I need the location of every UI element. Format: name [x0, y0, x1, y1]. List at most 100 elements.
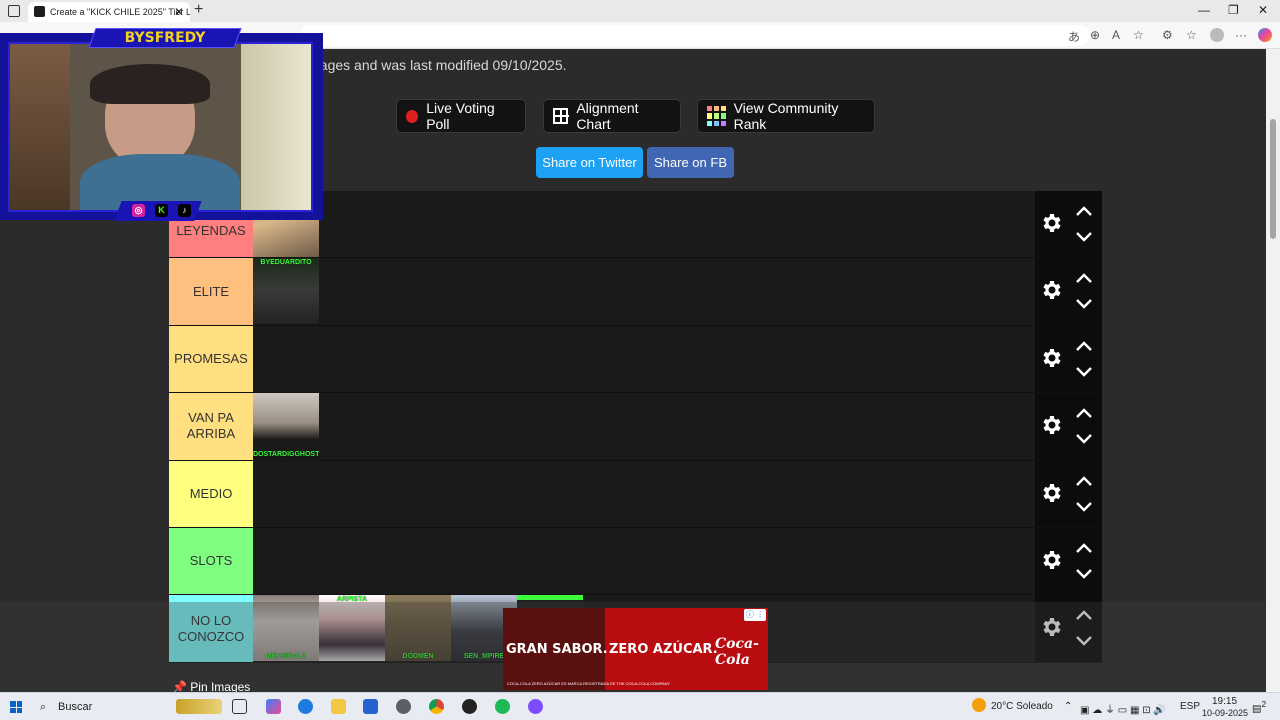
- tier-items-van-pa-arriba: DOSTARDIGGHOST: [253, 393, 1034, 460]
- copilot-taskbar-icon[interactable]: [266, 699, 281, 714]
- obs-icon[interactable]: [462, 699, 477, 714]
- weather-text[interactable]: 20°C Soleado: [991, 701, 1053, 712]
- chevron-up-icon[interactable]: [1075, 609, 1093, 621]
- discord-icon[interactable]: [396, 699, 411, 714]
- share-twitter-button[interactable]: Share on Twitter: [536, 147, 643, 178]
- gear-icon[interactable]: [1040, 278, 1064, 302]
- tier-row-slots: SLOTS: [169, 527, 1102, 596]
- chevron-up-icon[interactable]: [1075, 340, 1093, 352]
- community-rank-label: View Community Rank: [733, 100, 839, 132]
- live-voting-button[interactable]: Live Voting Poll: [396, 99, 526, 133]
- kick-icon: K: [155, 204, 168, 217]
- alignment-chart-label: Alignment Chart: [576, 100, 639, 132]
- tier-label-elite[interactable]: ELITE: [169, 258, 253, 325]
- browser-tab[interactable]: Create a "KICK CHILE 2025" Tier L ✕: [28, 2, 190, 22]
- advertisement[interactable]: GRAN SABOR. ZERO AZÚCAR. Coca-Cola COCA-…: [503, 608, 768, 690]
- gear-icon[interactable]: [1040, 481, 1064, 505]
- url-input[interactable]: [300, 25, 1090, 46]
- task-view-icon[interactable]: [232, 699, 247, 714]
- tier-label-van-pa-arriba[interactable]: VAN PA ARRIBA: [169, 393, 253, 460]
- chevron-down-icon[interactable]: [1075, 231, 1093, 243]
- tier-grid-icon: [707, 106, 726, 126]
- tier-controls: [1035, 191, 1102, 258]
- grid-icon: [553, 108, 570, 124]
- community-rank-button[interactable]: View Community Rank: [697, 99, 875, 133]
- chevron-up-icon[interactable]: [1075, 205, 1093, 217]
- language-indicator[interactable]: ESP: [1180, 701, 1200, 712]
- alignment-chart-button[interactable]: Alignment Chart: [543, 99, 681, 133]
- tiktok-icon: ♪: [178, 204, 191, 217]
- tier-image-mirror-selfie[interactable]: DOSTARDIGGHOST: [253, 393, 319, 460]
- chevron-down-icon[interactable]: [1075, 501, 1093, 513]
- tier-label-promesas[interactable]: PROMESAS: [169, 325, 253, 393]
- maximize-button[interactable]: ❐: [1228, 3, 1239, 17]
- zoom-icon[interactable]: ⊕: [1090, 28, 1100, 42]
- gear-icon[interactable]: [1040, 615, 1064, 639]
- new-tab-button[interactable]: +: [194, 1, 203, 19]
- start-button[interactable]: [10, 701, 22, 713]
- clock-date[interactable]: 10-09-2025: [1202, 708, 1248, 718]
- share-facebook-button[interactable]: Share on FB: [647, 147, 734, 178]
- tier-label-medio[interactable]: MEDIO: [169, 460, 253, 527]
- ad-info-icon[interactable]: ⓘ ⋮: [744, 609, 766, 621]
- tab-close-icon[interactable]: ✕: [174, 5, 184, 19]
- webcam-overlay: [0, 33, 323, 220]
- chevron-down-icon[interactable]: [1075, 366, 1093, 378]
- notifications-icon[interactable]: ▤2: [1252, 699, 1266, 714]
- copilot-icon[interactable]: [1258, 28, 1272, 42]
- chevron-up-icon[interactable]: [1075, 407, 1093, 419]
- tier-label-no-lo-conozco[interactable]: NO LO CONOZCO: [169, 595, 253, 662]
- minimize-button[interactable]: —: [1198, 3, 1210, 17]
- spotify-icon[interactable]: [495, 699, 510, 714]
- more-menu-icon[interactable]: ···: [1235, 28, 1247, 42]
- tier-image-byeduardito[interactable]: BYEDUARDITO: [253, 258, 319, 325]
- tray-chevron-icon[interactable]: ⌃: [1064, 701, 1072, 712]
- tier-items-slots: [253, 528, 1034, 594]
- file-explorer-icon[interactable]: [331, 699, 346, 714]
- tier-label-text: PROMESAS: [174, 350, 248, 366]
- scrollbar-thumb[interactable]: [1270, 119, 1276, 239]
- notifications-count: 2: [1261, 699, 1267, 709]
- tier-image-pink-hoodie[interactable]: MEKSIBALZ: [253, 595, 319, 662]
- chevron-up-icon[interactable]: [1075, 475, 1093, 487]
- chrome-icon[interactable]: [429, 699, 444, 714]
- page-scrollbar[interactable]: [1266, 49, 1280, 692]
- ad-right-text: ZERO AZÚCAR.: [609, 642, 718, 657]
- profile-avatar[interactable]: [1210, 28, 1224, 42]
- chevron-up-icon[interactable]: [1075, 542, 1093, 554]
- translate-icon[interactable]: あ: [1068, 28, 1080, 45]
- gear-icon[interactable]: [1040, 413, 1064, 437]
- edge-icon[interactable]: [298, 699, 313, 714]
- tray-icons[interactable]: ▣ ☁ ⏚ ▭ ▦ ⊡ 🔊: [1080, 701, 1166, 716]
- tier-image-anime-avatar[interactable]: ARPISTA: [319, 595, 385, 662]
- chevron-down-icon[interactable]: [1075, 433, 1093, 445]
- store-icon[interactable]: [363, 699, 378, 714]
- gear-icon[interactable]: [1040, 346, 1064, 370]
- tier-label-slots[interactable]: SLOTS: [169, 527, 253, 595]
- close-window-button[interactable]: ✕: [1258, 3, 1268, 17]
- tab-favicon-icon: [34, 6, 45, 17]
- clock-time[interactable]: 19:15: [1212, 696, 1237, 707]
- gear-icon[interactable]: [1040, 548, 1064, 572]
- favorite-icon[interactable]: ☆: [1133, 28, 1144, 42]
- tier-image-caption: DODMEN: [402, 653, 434, 661]
- collections-icon[interactable]: ☆: [1186, 28, 1197, 42]
- streamer-name: BYSFREDY: [124, 30, 206, 46]
- instagram-icon: ◎: [132, 204, 145, 217]
- chevron-down-icon[interactable]: [1075, 568, 1093, 580]
- search-highlight-icon[interactable]: [176, 699, 222, 714]
- tier-image-camo-jacket[interactable]: DODMEN: [385, 595, 451, 662]
- read-aloud-icon[interactable]: A: [1112, 28, 1120, 42]
- window-menu-icon[interactable]: [8, 5, 20, 17]
- chevron-down-icon[interactable]: [1075, 298, 1093, 310]
- chevron-down-icon[interactable]: [1075, 635, 1093, 647]
- extensions-icon[interactable]: ⚙: [1162, 28, 1173, 42]
- tier-row-promesas: PROMESAS: [169, 325, 1102, 394]
- tier-controls: [1035, 393, 1102, 460]
- app-icon[interactable]: [528, 699, 543, 714]
- tier-label-text: LEYENDAS: [176, 223, 246, 239]
- chevron-up-icon[interactable]: [1075, 272, 1093, 284]
- gear-icon[interactable]: [1040, 211, 1064, 235]
- tier-items-leyendas: [253, 191, 1034, 257]
- weather-icon: [972, 698, 986, 712]
